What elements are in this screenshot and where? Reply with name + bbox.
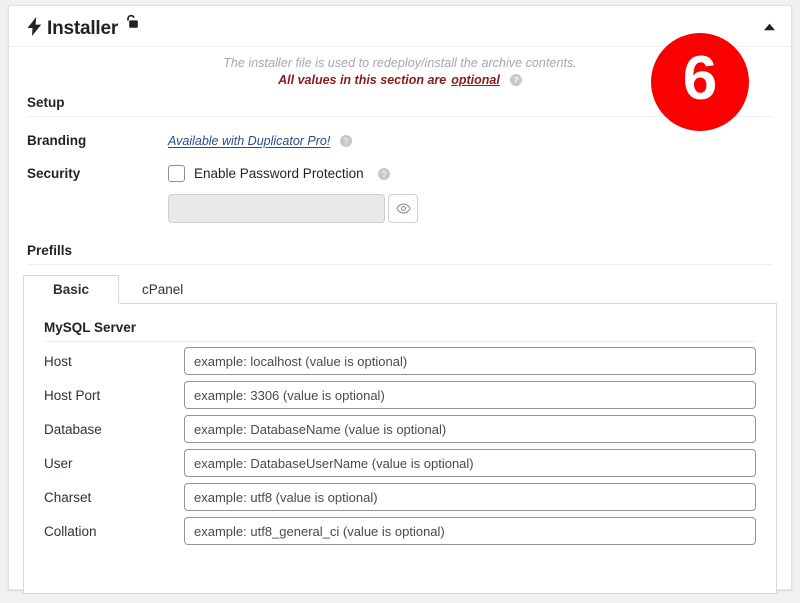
branding-label: Branding	[27, 133, 87, 148]
field-row-database: Database	[44, 412, 756, 446]
tab-cpanel-label: cPanel	[142, 281, 184, 297]
enable-password-protection-row: Enable Password Protection ?	[168, 165, 773, 182]
security-body: Enable Password Protection ?	[168, 165, 773, 223]
database-label: Database	[44, 421, 102, 437]
prefills-tab-panel: MySQL Server Host Host Port Database Use…	[23, 303, 777, 594]
chevron-up-icon[interactable]	[761, 20, 777, 34]
help-icon[interactable]: ?	[377, 167, 390, 180]
tab-cpanel[interactable]: cPanel	[119, 274, 206, 303]
help-icon[interactable]: ?	[339, 134, 352, 147]
branding-row: Branding Available with Duplicator Pro! …	[27, 132, 773, 150]
svg-text:?: ?	[513, 75, 519, 85]
intro-optional-prefix: All values in this section are	[278, 73, 447, 87]
setup-rows: Branding Available with Duplicator Pro! …	[9, 132, 791, 223]
mysql-server-heading: MySQL Server	[44, 320, 756, 342]
password-field-wrap	[168, 194, 418, 223]
host-label: Host	[44, 353, 72, 369]
charset-input[interactable]	[184, 483, 756, 511]
eye-icon[interactable]	[388, 194, 418, 223]
help-icon[interactable]: ?	[509, 74, 522, 86]
step-number-badge: 6	[651, 33, 749, 131]
password-input[interactable]	[168, 194, 385, 223]
svg-text:?: ?	[381, 169, 386, 179]
collation-input[interactable]	[184, 517, 756, 545]
step-number-badge-text: 6	[682, 44, 718, 113]
field-row-collation: Collation	[44, 514, 756, 548]
lightning-bolt-icon	[27, 17, 42, 40]
tab-basic[interactable]: Basic	[23, 275, 119, 304]
open-padlock-icon	[126, 13, 139, 35]
security-row: Security Enable Password Protection ?	[27, 165, 773, 223]
enable-password-protection-label: Enable Password Protection	[194, 166, 364, 181]
user-input[interactable]	[184, 449, 756, 477]
tab-basic-label: Basic	[52, 282, 90, 297]
database-input[interactable]	[184, 415, 756, 443]
host-port-label: Host Port	[44, 387, 101, 403]
prefills-section-heading: Prefills	[27, 243, 773, 265]
page-title-text: Installer	[47, 18, 119, 39]
field-row-charset: Charset	[44, 480, 756, 514]
branding-body: Available with Duplicator Pro! ?	[168, 132, 773, 150]
field-row-host: Host	[44, 344, 756, 378]
duplicator-pro-link[interactable]: Available with Duplicator Pro!	[168, 134, 330, 148]
intro-optional-emphasis: optional	[451, 73, 500, 87]
host-input[interactable]	[184, 347, 756, 375]
field-row-user: User	[44, 446, 756, 480]
user-label: User	[44, 455, 73, 471]
security-label: Security	[27, 166, 81, 181]
prefills-tabs: Basic cPanel	[23, 274, 791, 304]
enable-password-protection-checkbox[interactable]	[168, 165, 185, 182]
collation-label: Collation	[44, 523, 97, 539]
host-port-input[interactable]	[184, 381, 756, 409]
installer-screen: Installer The installer file is used to …	[0, 0, 800, 603]
page-title: Installer	[27, 13, 139, 40]
field-row-host-port: Host Port	[44, 378, 756, 412]
charset-label: Charset	[44, 489, 92, 505]
svg-text:?: ?	[343, 136, 348, 146]
